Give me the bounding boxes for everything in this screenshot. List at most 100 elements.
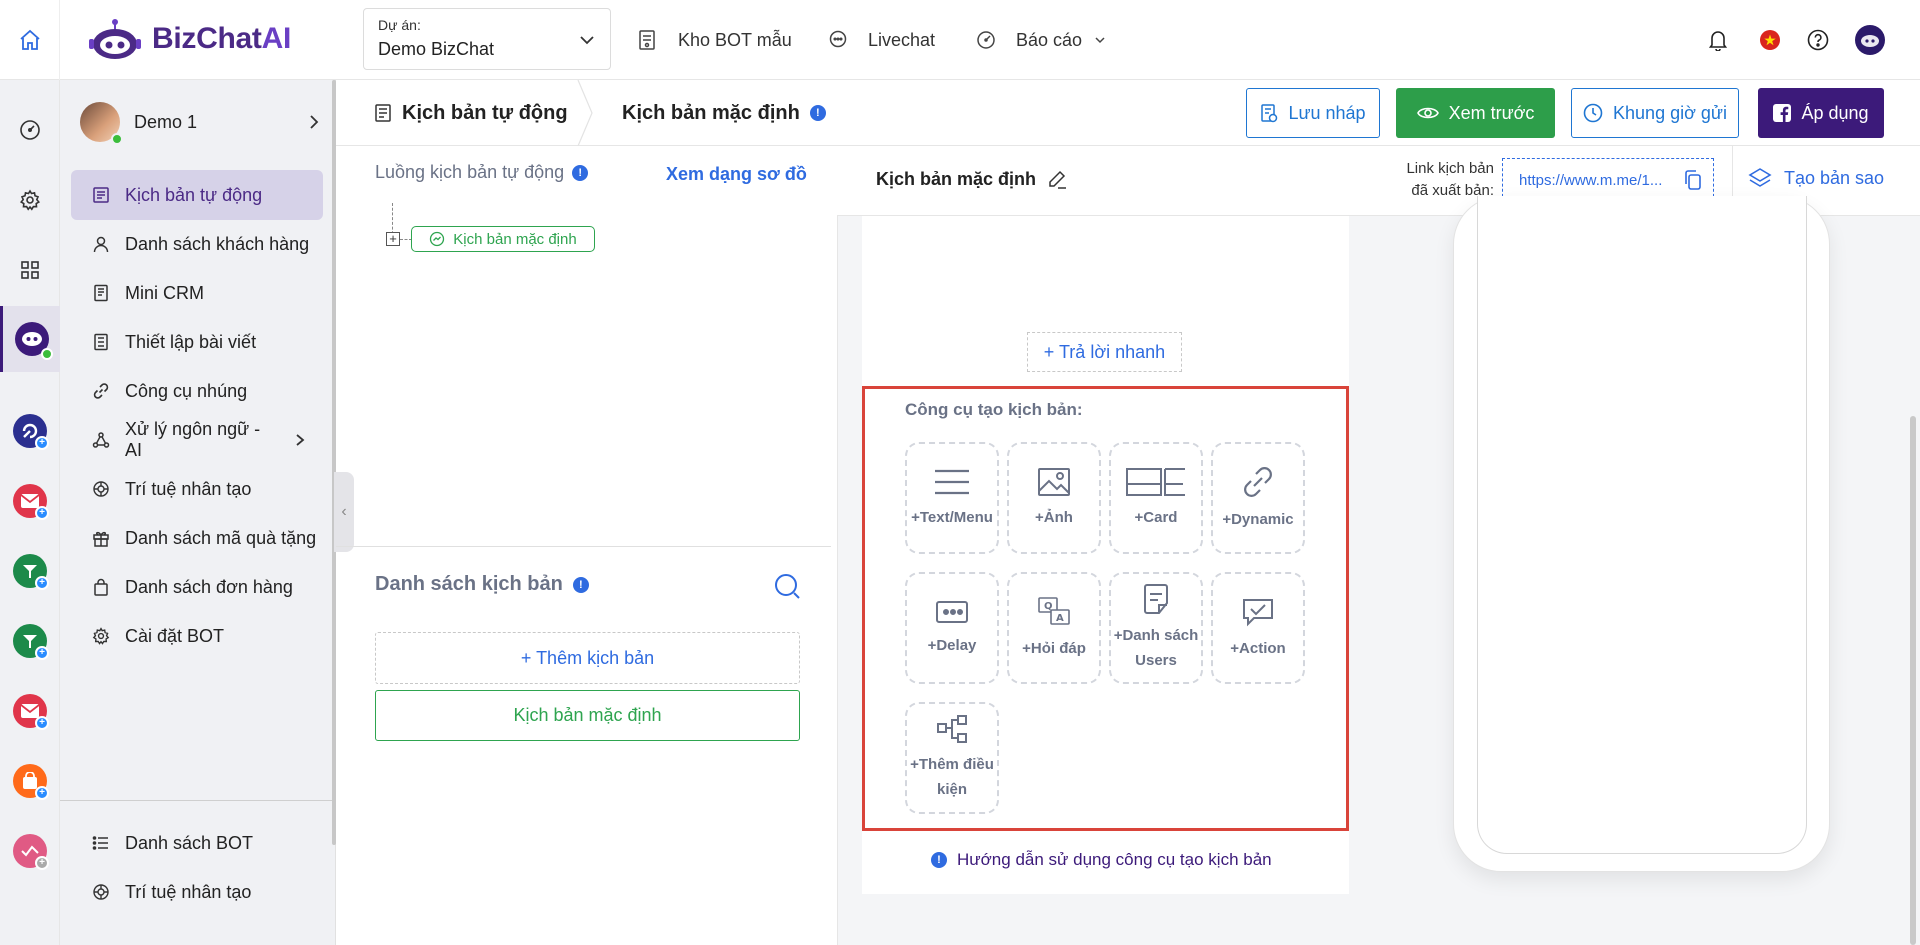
- rail-settings[interactable]: [14, 184, 46, 216]
- script-list-item[interactable]: Kịch bản mặc định: [375, 690, 800, 741]
- add-script-button[interactable]: + Thêm kịch bản: [375, 632, 800, 684]
- sidebar-item-ai[interactable]: Trí tuệ nhân tạo: [71, 464, 323, 514]
- image-icon: [1038, 467, 1070, 496]
- preview-button[interactable]: Xem trước: [1396, 88, 1555, 138]
- sidebar-item-gift-codes[interactable]: Danh sách mã quà tặng: [71, 513, 323, 563]
- sidebar-item-ai-bottom[interactable]: Trí tuệ nhân tạo: [71, 867, 323, 917]
- nav-livechat[interactable]: Livechat: [828, 26, 935, 54]
- sidebar-item-mini-crm[interactable]: Mini CRM: [71, 268, 323, 318]
- flow-node-default-script[interactable]: Kịch bản mặc định: [411, 226, 595, 252]
- list-icon: [91, 833, 111, 853]
- crm-doc-icon: [91, 283, 111, 303]
- sidebar-item-bot-settings[interactable]: Cài đặt BOT: [71, 611, 323, 661]
- tool-image[interactable]: +Ảnh: [1007, 442, 1101, 554]
- notification-button[interactable]: [1704, 26, 1732, 54]
- chevron-left-icon: ‹: [341, 503, 347, 520]
- quick-reply-button[interactable]: + Trả lời nhanh: [1027, 332, 1182, 372]
- condition-tree-icon: [937, 715, 967, 743]
- add-badge-icon: +: [35, 576, 49, 590]
- breadcrumb-separator: [577, 80, 593, 146]
- script-tools-title: Công cụ tạo kịch bản:: [905, 400, 1083, 419]
- info-icon[interactable]: !: [572, 576, 589, 593]
- bot-selector[interactable]: Demo 1: [80, 94, 320, 150]
- tool-delay[interactable]: +Delay: [905, 572, 999, 684]
- add-badge-icon: +: [35, 506, 49, 520]
- sidebar-item-nlp-ai[interactable]: Xử lý ngôn ngữ - AI: [71, 415, 323, 465]
- chevron-down-icon: [580, 36, 594, 45]
- openai-icon: [91, 479, 111, 499]
- rail-dashboard[interactable]: [14, 114, 46, 146]
- chevron-right-icon: [296, 434, 305, 446]
- info-icon: !: [931, 852, 947, 868]
- sidebar-item-embed-tools[interactable]: Công cụ nhúng: [71, 366, 323, 416]
- help-button[interactable]: [1804, 26, 1832, 54]
- sidebar-item-post-setup[interactable]: Thiết lập bài viết: [71, 317, 323, 367]
- project-value: Demo BizChat: [378, 39, 495, 59]
- online-dot: [111, 133, 123, 145]
- vietnam-flag-icon: [1760, 30, 1780, 50]
- rail-app-bizfly-icon[interactable]: +: [13, 414, 49, 450]
- openai-icon: [91, 882, 111, 902]
- tool-add-condition[interactable]: +Thêm điều kiện: [905, 702, 999, 814]
- brand-name: BizChatAI: [152, 22, 291, 55]
- view-diagram-link[interactable]: Xem dạng sơ đồ: [666, 164, 807, 185]
- rail-app-social-icon[interactable]: +: [13, 834, 49, 870]
- edit-pencil-icon[interactable]: [1046, 168, 1068, 190]
- sidebar-item-customers[interactable]: Danh sách khách hàng: [71, 219, 323, 269]
- breadcrumb: Kịch bản tự động Kịch bản mặc định ! Lưu…: [336, 80, 1920, 146]
- add-badge-icon: +: [35, 646, 49, 660]
- account-avatar[interactable]: [1854, 24, 1886, 56]
- info-icon[interactable]: !: [809, 105, 826, 121]
- chat-bubble-icon: [829, 30, 847, 48]
- save-draft-icon: [1261, 104, 1278, 123]
- script-list-icon: [91, 185, 111, 205]
- grid-apps-icon: [21, 261, 39, 279]
- rail-app-shop-icon[interactable]: +: [13, 764, 49, 800]
- sidebar-scrollbar[interactable]: [332, 80, 336, 845]
- flow-title: Luồng kịch bản tự động !: [375, 162, 589, 183]
- breadcrumb-current-script: Kịch bản mặc định !: [622, 80, 826, 146]
- collapse-sidebar-button[interactable]: ‹: [334, 472, 354, 552]
- page-scrollbar[interactable]: [1910, 416, 1916, 945]
- info-icon[interactable]: !: [572, 164, 589, 181]
- phone-preview-screen: [1477, 196, 1807, 854]
- nav-bot-template[interactable]: Kho BOT mẫu: [638, 26, 792, 54]
- clock-icon: [1583, 103, 1603, 123]
- search-button[interactable]: [773, 572, 801, 600]
- app-rail: + + + + + + +: [0, 80, 60, 945]
- rail-app-task-icon[interactable]: +: [13, 554, 49, 590]
- tool-qa[interactable]: QA +Hỏi đáp: [1007, 572, 1101, 684]
- copy-icon[interactable]: [1683, 169, 1703, 191]
- nav-report[interactable]: Báo cáo: [976, 26, 1106, 54]
- search-icon: [775, 574, 800, 599]
- save-draft-button[interactable]: Lưu nháp: [1246, 88, 1380, 138]
- brand-logo[interactable]: BizChatAI: [88, 14, 291, 64]
- expand-node-button[interactable]: +: [386, 232, 400, 246]
- tools-guide-link[interactable]: ! Hướng dẫn sử dụng công cụ tạo kịch bản: [931, 850, 1272, 870]
- sidebar-item-bot-list[interactable]: Danh sách BOT: [71, 818, 323, 868]
- nlp-graph-icon: [91, 430, 111, 450]
- eye-icon: [1416, 107, 1439, 119]
- tool-user-list[interactable]: +Danh sách Users: [1109, 572, 1203, 684]
- rail-app-mail2-icon[interactable]: +: [13, 694, 49, 730]
- tool-card[interactable]: +Card: [1109, 442, 1203, 554]
- project-select[interactable]: Dự án: Demo BizChat: [363, 8, 611, 70]
- sidebar-item-orders[interactable]: Danh sách đơn hàng: [71, 562, 323, 612]
- rail-app-task2-icon[interactable]: +: [13, 624, 49, 660]
- dashboard-gauge-icon: [977, 31, 995, 49]
- rail-app-mail-icon[interactable]: +: [13, 484, 49, 520]
- apply-button[interactable]: Áp dụng: [1758, 88, 1884, 138]
- home-button[interactable]: [0, 0, 60, 80]
- tool-dynamic[interactable]: +Dynamic: [1211, 442, 1305, 554]
- sidebar-item-auto-script[interactable]: Kịch bản tự động: [71, 170, 323, 220]
- tool-text-menu[interactable]: +Text/Menu: [905, 442, 999, 554]
- breadcrumb-auto-script[interactable]: Kịch bản tự động: [374, 80, 568, 146]
- rail-bizchat-active[interactable]: [0, 306, 60, 372]
- tool-action[interactable]: +Action: [1211, 572, 1305, 684]
- card-icon: [1126, 467, 1185, 496]
- script-list-icon: [375, 104, 391, 122]
- rail-apps[interactable]: [14, 254, 46, 286]
- send-schedule-button[interactable]: Khung giờ gửi: [1571, 88, 1739, 138]
- language-flag-button[interactable]: [1756, 26, 1784, 54]
- clone-script-button[interactable]: Tạo bản sao: [1748, 166, 1884, 190]
